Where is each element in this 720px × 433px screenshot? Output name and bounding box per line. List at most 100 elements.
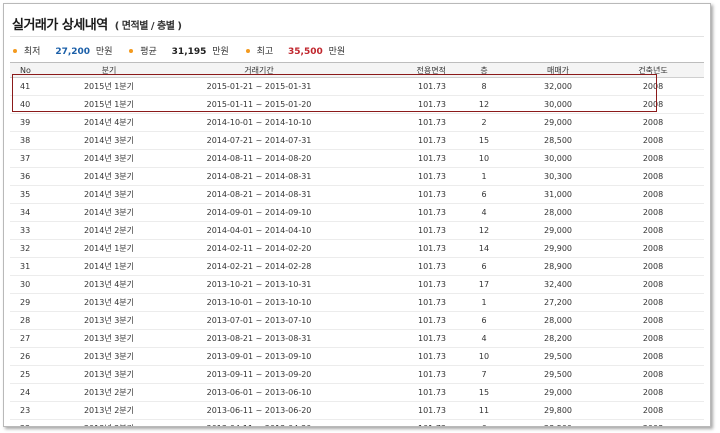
cell-area: 101.73	[354, 419, 454, 426]
cell-quarter: 2013년 2분기	[54, 419, 164, 426]
cell-period: 2013-04-11 ~ 2013-04-20	[164, 419, 354, 426]
cell-area: 101.73	[354, 347, 454, 366]
cell-price: 29,000	[514, 221, 602, 240]
cell-built-year: 2008	[602, 131, 704, 150]
detail-panel: 실거래가 상세내역 ( 면적별 / 층별 ) 최저 27,200 만원 평균 3…	[3, 3, 711, 427]
cell-area: 101.73	[354, 401, 454, 420]
cell-price: 29,000	[514, 383, 602, 402]
cell-no: 36	[10, 167, 54, 186]
cell-no: 22	[10, 419, 54, 426]
table-row: 35 2014년 3분기 2014-08-21 ~ 2014-08-31 101.73…	[10, 185, 704, 204]
cell-built-year: 2008	[602, 77, 704, 96]
cell-period: 2015-01-21 ~ 2015-01-31	[164, 77, 354, 96]
summary-max-unit: 만원	[328, 47, 346, 57]
cell-area: 101.73	[354, 293, 454, 312]
cell-no: 41	[10, 77, 54, 96]
price-summary: 최저 27,200 만원 평균 31,195 만원 최고 35,500 만원	[13, 44, 359, 57]
page-title: 실거래가 상세내역 ( 면적별 / 층별 )	[12, 14, 182, 33]
cell-area: 101.73	[354, 167, 454, 186]
cell-built-year: 2008	[602, 221, 704, 240]
cell-no: 25	[10, 365, 54, 384]
cell-area: 101.73	[354, 239, 454, 258]
cell-period: 2013-09-11 ~ 2013-09-20	[164, 365, 354, 384]
summary-min-label: 최저	[23, 47, 41, 57]
page-title-text: 실거래가 상세내역	[12, 18, 108, 33]
cell-period: 2014-02-11 ~ 2014-02-20	[164, 239, 354, 258]
cell-quarter: 2015년 1분기	[54, 77, 164, 96]
cell-built-year: 2008	[602, 329, 704, 348]
cell-price: 30,000	[514, 149, 602, 168]
cell-period: 2013-09-01 ~ 2013-09-10	[164, 347, 354, 366]
cell-price: 28,500	[514, 419, 602, 426]
cell-floor: 1	[454, 167, 514, 186]
cell-built-year: 2008	[602, 293, 704, 312]
cell-quarter: 2014년 3분기	[54, 167, 164, 186]
cell-period: 2014-08-21 ~ 2014-08-31	[164, 167, 354, 186]
cell-floor: 12	[454, 95, 514, 114]
cell-price: 32,400	[514, 275, 602, 294]
cell-price: 28,900	[514, 257, 602, 276]
summary-min-value: 27,200	[55, 47, 91, 57]
cell-quarter: 2014년 3분기	[54, 131, 164, 150]
column-header-period: 거래기간	[164, 62, 354, 78]
cell-quarter: 2013년 3분기	[54, 311, 164, 330]
cell-quarter: 2013년 4분기	[54, 275, 164, 294]
table-row: 41 2015년 1분기 2015-01-21 ~ 2015-01-31 101.73…	[10, 77, 704, 96]
cell-period: 2014-08-21 ~ 2014-08-31	[164, 185, 354, 204]
cell-price: 32,000	[514, 77, 602, 96]
cell-period: 2014-09-01 ~ 2014-09-10	[164, 203, 354, 222]
cell-built-year: 2008	[602, 275, 704, 294]
table-row: 40 2015년 1분기 2015-01-11 ~ 2015-01-20 101.73…	[10, 95, 704, 114]
cell-area: 101.73	[354, 365, 454, 384]
cell-period: 2013-08-21 ~ 2013-08-31	[164, 329, 354, 348]
cell-price: 31,000	[514, 185, 602, 204]
table-row: 30 2013년 4분기 2013-10-21 ~ 2013-10-31 101.73…	[10, 275, 704, 294]
cell-price: 28,500	[514, 131, 602, 150]
cell-period: 2013-10-01 ~ 2013-10-10	[164, 293, 354, 312]
cell-no: 34	[10, 203, 54, 222]
table-row: 37 2014년 3분기 2014-08-11 ~ 2014-08-20 101.73…	[10, 149, 704, 168]
cell-floor: 6	[454, 311, 514, 330]
table-row: 29 2013년 4분기 2013-10-01 ~ 2013-10-10 101.73…	[10, 293, 704, 312]
cell-area: 101.73	[354, 185, 454, 204]
table-row: 28 2013년 3분기 2013-07-01 ~ 2013-07-10 101.73…	[10, 311, 704, 330]
cell-floor: 7	[454, 365, 514, 384]
cell-no: 24	[10, 383, 54, 402]
cell-built-year: 2008	[602, 311, 704, 330]
bullet-icon	[245, 48, 250, 53]
column-header-area: 전용면적	[354, 62, 454, 78]
cell-period: 2014-04-01 ~ 2014-04-10	[164, 221, 354, 240]
cell-floor: 15	[454, 383, 514, 402]
transaction-table: No 분기 거래기간 전용면적 층 매매가 건축년도 41 2015년 1분기 20…	[10, 62, 704, 426]
cell-floor: 4	[454, 329, 514, 348]
cell-quarter: 2013년 2분기	[54, 383, 164, 402]
cell-no: 35	[10, 185, 54, 204]
cell-no: 40	[10, 95, 54, 114]
cell-no: 37	[10, 149, 54, 168]
cell-built-year: 2008	[602, 239, 704, 258]
column-header-no: No	[10, 62, 54, 78]
table-row: 23 2013년 2분기 2013-06-11 ~ 2013-06-20 101.73…	[10, 401, 704, 420]
cell-period: 2013-10-21 ~ 2013-10-31	[164, 275, 354, 294]
cell-area: 101.73	[354, 311, 454, 330]
cell-area: 101.73	[354, 329, 454, 348]
cell-area: 101.73	[354, 77, 454, 96]
table-row: 31 2014년 1분기 2014-02-21 ~ 2014-02-28 101.73…	[10, 257, 704, 276]
summary-min-unit: 만원	[95, 47, 113, 57]
cell-period: 2014-07-21 ~ 2014-07-31	[164, 131, 354, 150]
cell-floor: 14	[454, 239, 514, 258]
cell-period: 2014-02-21 ~ 2014-02-28	[164, 257, 354, 276]
cell-built-year: 2008	[602, 401, 704, 420]
cell-floor: 8	[454, 77, 514, 96]
table-row: 33 2014년 2분기 2014-04-01 ~ 2014-04-10 101.73…	[10, 221, 704, 240]
cell-quarter: 2014년 3분기	[54, 185, 164, 204]
page-subtitle: ( 면적별 / 층별 )	[114, 21, 182, 32]
cell-no: 39	[10, 113, 54, 132]
cell-price: 27,200	[514, 293, 602, 312]
cell-no: 28	[10, 311, 54, 330]
summary-max: 최고 35,500 만원	[245, 44, 346, 57]
cell-quarter: 2013년 2분기	[54, 401, 164, 420]
cell-no: 29	[10, 293, 54, 312]
cell-quarter: 2013년 3분기	[54, 347, 164, 366]
cell-area: 101.73	[354, 149, 454, 168]
